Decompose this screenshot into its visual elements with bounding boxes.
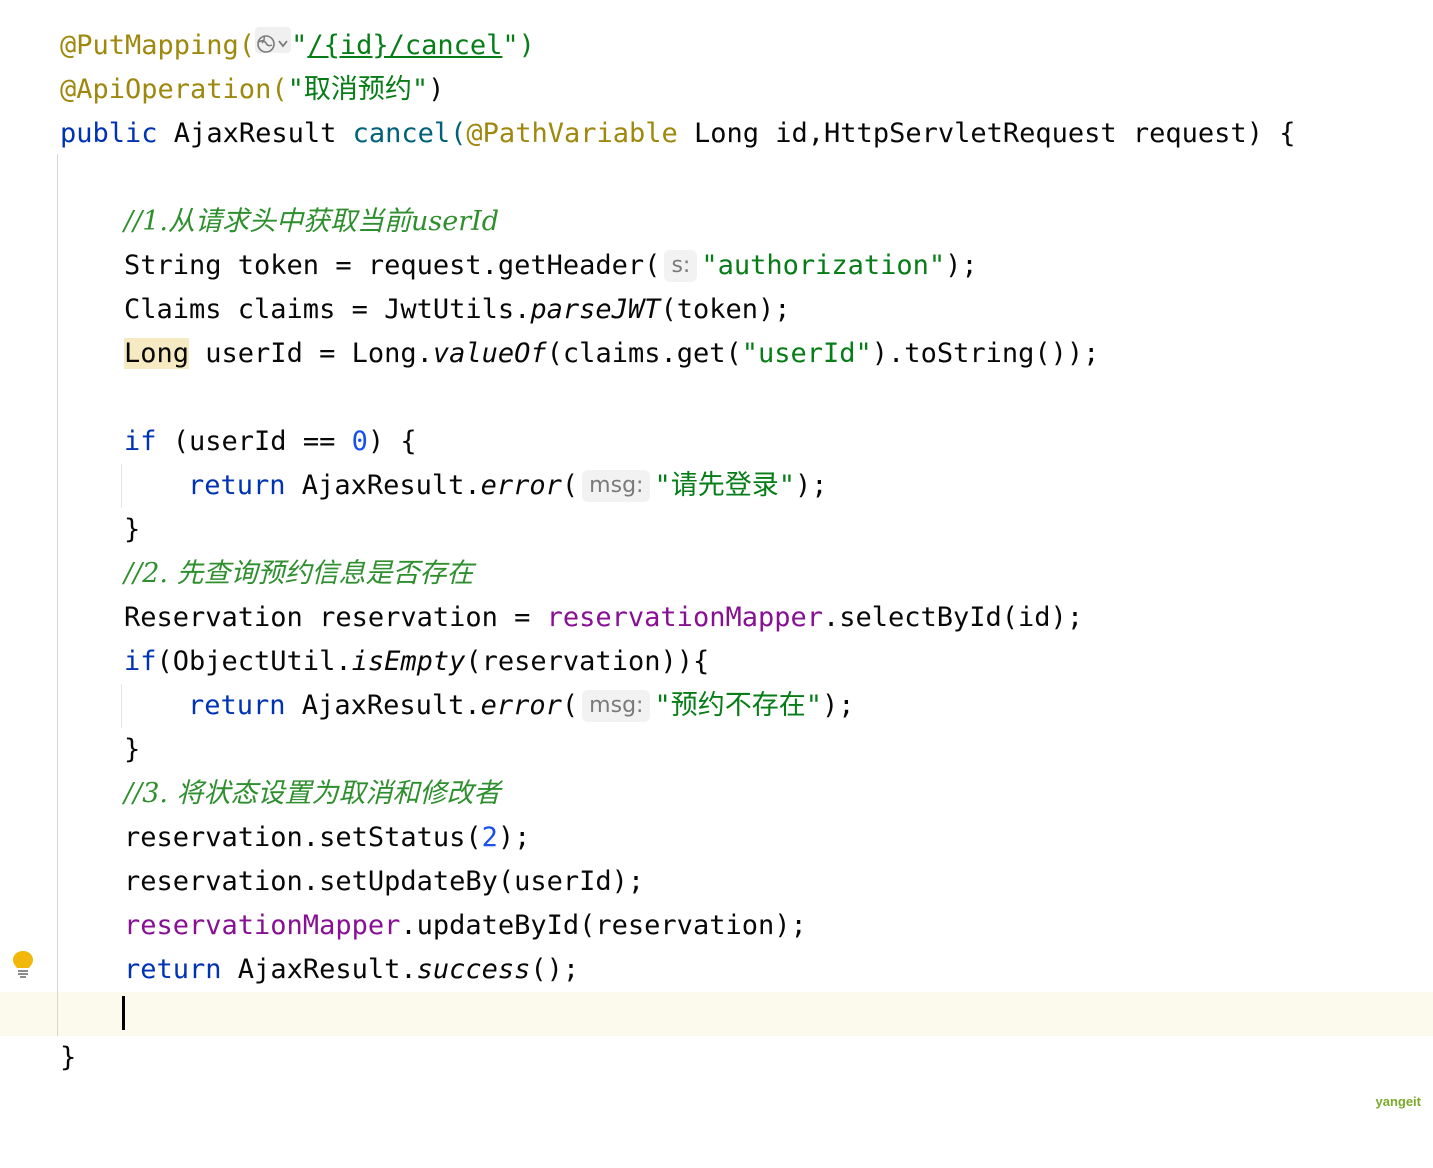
code-line-1[interactable]: @PutMapping( "/{id}/cancel") (0, 24, 1433, 68)
api-operation-string: "取消预约" (287, 74, 429, 105)
watermark-text: yangeit (1375, 1094, 1421, 1109)
code-text: .updateById(reservation); (400, 910, 807, 941)
claim-key-string: "userId" (741, 338, 872, 369)
code-text: String token = request.getHeader( (124, 250, 661, 281)
code-line-22[interactable]: } (0, 1036, 1433, 1080)
code-text: reservation.setUpdateBy(userId); (124, 866, 645, 897)
comment-suffix: userId (410, 206, 500, 237)
number-literal: 2 (481, 822, 498, 853)
code-end: ); (497, 822, 531, 853)
method-params: Long id,HttpServletRequest request) { (677, 118, 1296, 149)
static-method: error (480, 470, 562, 501)
public-keyword: public (60, 118, 158, 149)
mapper-field: reservationMapper (124, 910, 401, 941)
highlighted-type: Long (124, 338, 190, 369)
method-indent-guide-current (57, 992, 58, 1036)
paren-open: ( (561, 690, 579, 721)
code-text: AjaxResult. (221, 954, 417, 985)
return-type: AjaxResult (157, 118, 353, 149)
method-closing-brace: } (60, 1042, 77, 1073)
code-text: reservation.setStatus( (124, 822, 482, 853)
comment-prefix: //2. (124, 558, 177, 589)
code-text: AjaxResult. (285, 470, 481, 501)
error-message-string: "请先登录" (654, 470, 795, 501)
return-keyword: return (188, 470, 286, 501)
static-method: success (416, 954, 531, 985)
comment-text: 将状态设置为取消和修改者 (176, 778, 501, 809)
path-quote-close: ") (502, 30, 535, 61)
static-method: error (480, 690, 562, 721)
static-method: valueOf (432, 338, 547, 369)
code-line-19[interactable]: reservationMapper.updateById(reservation… (0, 904, 1433, 948)
code-end: (reservation)){ (465, 646, 710, 677)
code-line-14[interactable]: return AjaxResult.error(msg: "预约不存在"); (0, 684, 1433, 728)
code-line-17[interactable]: reservation.setStatus(2); (0, 816, 1433, 860)
code-text: Claims claims = JwtUtils. (124, 294, 531, 325)
number-literal: 0 (351, 426, 368, 457)
comment-text: 从请求头中获取当前 (167, 206, 411, 237)
closing-brace: } (124, 514, 141, 545)
paren-close: ) (428, 74, 445, 105)
code-line-13[interactable]: if(ObjectUtil.isEmpty(reservation)){ (0, 640, 1433, 684)
code-line-6[interactable]: Claims claims = JwtUtils.parseJWT(token)… (0, 288, 1433, 332)
code-end: ) { (367, 426, 417, 457)
code-text: Reservation reservation = (124, 602, 547, 633)
code-end: ); (794, 470, 828, 501)
code-end: (token); (660, 294, 791, 325)
code-end: (); (530, 954, 580, 985)
header-string: "authorization" (701, 250, 946, 281)
code-text: userId = Long. (189, 338, 433, 369)
lightbulb-icon[interactable] (11, 949, 35, 979)
globe-icon[interactable] (255, 27, 292, 53)
return-keyword: return (188, 690, 286, 721)
code-text: AjaxResult. (285, 690, 481, 721)
code-line-2[interactable]: @ApiOperation("取消预约") (0, 68, 1433, 112)
error-message-string: "预约不存在" (654, 690, 822, 721)
if-keyword: if (124, 646, 157, 677)
put-mapping-annotation: @PutMapping( (60, 30, 256, 61)
code-text: (ObjectUtil. (156, 646, 352, 677)
code-line-15[interactable]: } (0, 728, 1433, 772)
code-end: ); (821, 690, 855, 721)
code-text-2: (claims.get( (546, 338, 742, 369)
endpoint-path-link[interactable]: /{id}/cancel (307, 30, 502, 61)
code-line-5[interactable]: String token = request.getHeader(s: "auth… (0, 244, 1433, 288)
code-line-20[interactable]: return AjaxResult.success(); (0, 948, 1433, 992)
code-line-18[interactable]: reservation.setUpdateBy(userId); (0, 860, 1433, 904)
text-caret (122, 996, 125, 1030)
code-end: ); (945, 250, 978, 281)
method-name: cancel( (352, 118, 467, 149)
mapper-field: reservationMapper (546, 602, 823, 633)
if-keyword: if (124, 426, 157, 457)
code-editor[interactable]: @PutMapping( "/{id}/cancel") @ApiOperatio… (0, 0, 1433, 1117)
code-line-9[interactable]: return AjaxResult.error(msg: "请先登录"); (0, 464, 1433, 508)
code-end: ).toString()); (871, 338, 1100, 369)
param-hint: msg: (582, 470, 651, 502)
closing-brace: } (124, 734, 141, 765)
code-line-11[interactable]: //2. 先查询预约信息是否存在 (0, 552, 1433, 596)
static-method: isEmpty (351, 646, 466, 677)
static-method: parseJWT (530, 294, 661, 325)
code-line-3[interactable]: public AjaxResult cancel(@PathVariable L… (0, 112, 1433, 156)
code-line-4[interactable]: //1.从请求头中获取当前userId (0, 200, 1433, 244)
code-line-10[interactable]: } (0, 508, 1433, 552)
path-quote-open: " (291, 30, 308, 61)
code-line-16[interactable]: //3. 将状态设置为取消和修改者 (0, 772, 1433, 816)
code-line-8[interactable]: if (userId == 0) { (0, 420, 1433, 464)
code-end: .selectById(id); (822, 602, 1084, 633)
paren-open: ( (561, 470, 579, 501)
comment-prefix: //1. (124, 206, 168, 237)
path-variable-annotation: @PathVariable (466, 118, 678, 149)
api-operation-annotation: @ApiOperation( (60, 74, 288, 105)
code-line-12[interactable]: Reservation reservation = reservationMap… (0, 596, 1433, 640)
comment-text: 先查询预约信息是否存在 (176, 558, 474, 589)
comment-prefix: //3. (124, 778, 177, 809)
code-text: (userId == (156, 426, 352, 457)
return-keyword: return (124, 954, 222, 985)
param-hint: msg: (582, 690, 651, 722)
current-line[interactable] (0, 992, 1433, 1036)
param-hint: s: (664, 250, 698, 282)
code-line-7[interactable]: Long userId = Long.valueOf(claims.get("u… (0, 332, 1433, 376)
